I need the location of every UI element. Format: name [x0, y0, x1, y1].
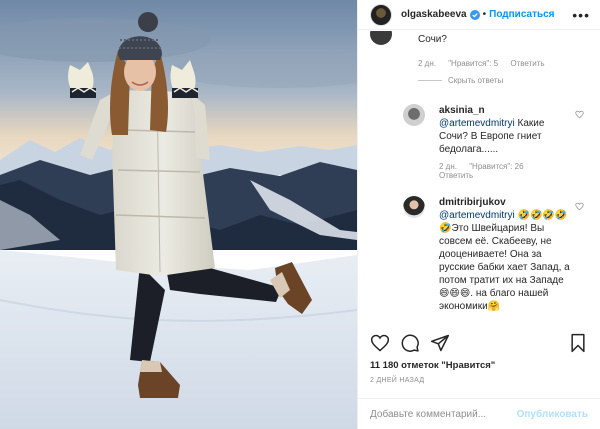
hide-replies-label: Скрыть ответы [448, 76, 504, 85]
comments-list[interactable]: Сочи? 2 дн. "Нравится": 5 Ответить Скрыт… [358, 31, 600, 327]
divider [418, 80, 442, 81]
reply-emoji: 😄😄😄 [439, 288, 471, 299]
reply-emoji-end: 🤗 [487, 301, 501, 312]
post-header: olgaskabeeva • Подписаться ••• [358, 0, 600, 30]
action-bar [370, 329, 588, 357]
heart-icon[interactable] [575, 110, 584, 119]
reply-body: aksinia_n @artemevdmitryi Какие Сочи? В … [439, 104, 574, 180]
mention-link[interactable]: @artemevdmitryi [439, 118, 515, 129]
comment-meta: 2 дн. "Нравится": 5 Ответить [418, 59, 555, 68]
heart-icon[interactable] [370, 333, 390, 353]
comment-likes[interactable]: "Нравится": 5 [448, 59, 498, 68]
share-icon[interactable] [430, 333, 450, 353]
commenter-avatar[interactable] [403, 196, 425, 218]
verified-icon [469, 9, 480, 20]
reply-content: aksinia_n @artemevdmitryi Какие Сочи? В … [439, 104, 574, 156]
reply-button[interactable]: Ответить [439, 171, 473, 180]
reply-button[interactable]: Ответить [510, 59, 544, 68]
reply-time: 2 дн. [439, 162, 457, 171]
reply-username[interactable]: aksinia_n [439, 105, 485, 116]
author-avatar[interactable] [370, 3, 392, 26]
reply-username[interactable]: dmitribirjukov [439, 197, 506, 208]
comment-icon[interactable] [400, 333, 420, 353]
follow-button[interactable]: Подписаться [489, 9, 554, 20]
post-image [0, 0, 357, 429]
post-side-panel: olgaskabeeva • Подписаться ••• Сочи? 2 д… [357, 0, 600, 429]
comment-text: Сочи? [418, 34, 447, 45]
post-date[interactable]: 2 ДНЕЙ НАЗАД [370, 377, 424, 384]
author-username[interactable]: olgaskabeeva [401, 9, 467, 20]
reply-meta: 2 дн. "Нравится": 26 Ответить [439, 162, 574, 180]
heart-icon[interactable] [575, 202, 584, 211]
more-icon[interactable]: ••• [572, 8, 590, 22]
commenter-avatar[interactable] [403, 104, 425, 126]
header-separator: • [482, 9, 487, 20]
commenter-avatar[interactable] [370, 31, 392, 45]
comment-input[interactable] [370, 408, 517, 420]
reply-body: dmitribirjukov @artemevdmitryi 🤣🤣🤣🤣🤣Это … [439, 196, 574, 313]
comment-time: 2 дн. [418, 59, 436, 68]
publish-button[interactable]: Опубликовать [517, 409, 588, 420]
bookmark-icon[interactable] [568, 333, 588, 353]
add-comment-bar: Опубликовать [358, 398, 600, 429]
reply-content: dmitribirjukov @artemevdmitryi 🤣🤣🤣🤣🤣Это … [439, 196, 574, 313]
reply-likes[interactable]: "Нравится": 26 [469, 162, 523, 171]
post-photo[interactable] [0, 0, 357, 429]
likes-count[interactable]: 11 180 отметок "Нравится" [370, 360, 495, 371]
hide-replies-button[interactable]: Скрыть ответы [418, 76, 503, 85]
reply-text: 🤣🤣🤣🤣🤣Это Швейцария! Вы совсем её. Скабее… [439, 210, 570, 286]
mention-link[interactable]: @artemevdmitryi [439, 210, 515, 221]
